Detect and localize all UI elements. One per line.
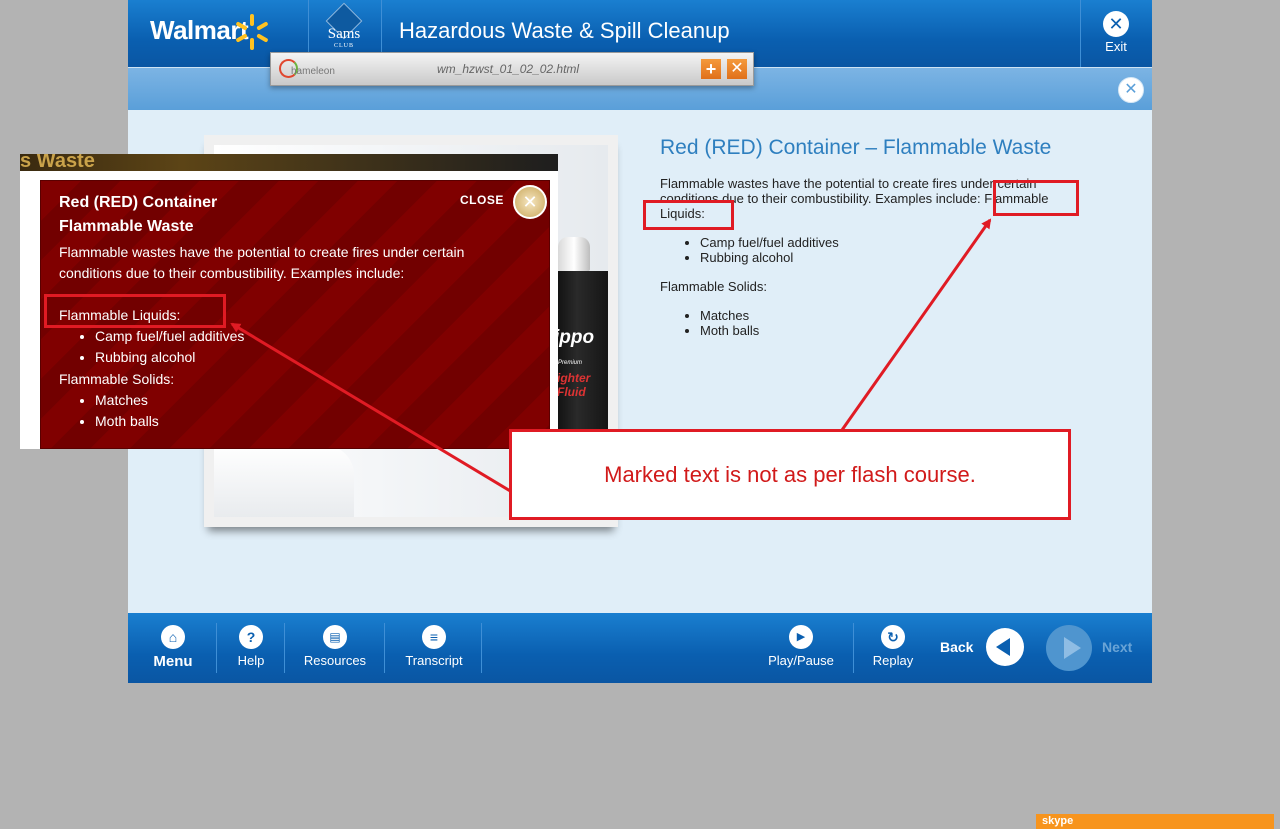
close-icon[interactable]: ✕ [513,185,547,219]
footer-divider [481,623,482,673]
back-button[interactable] [986,628,1024,666]
list-item: Rubbing alcohol [700,250,1080,265]
close-icon[interactable]: ✕ [727,59,747,79]
chameleon-logo-text: hameleon [291,66,335,77]
flash-close-label[interactable]: CLOSE [460,193,504,207]
flash-intro-text: Flammable wastes have the potential to c… [59,244,465,281]
help-icon: ? [239,625,263,649]
annotation-highlight-flash [44,294,226,328]
list-item: Matches [95,390,459,411]
close-panel-button[interactable]: ✕ [1118,77,1144,103]
list-item: Camp fuel/fuel additives [700,235,1080,250]
replay-button[interactable]: ↻ Replay [866,613,920,683]
annotation-highlight-liquids [643,200,734,230]
flash-liquids-list: Camp fuel/fuel additives Rubbing alcohol [59,326,459,368]
transcript-button[interactable]: ≡ Transcript [398,613,470,683]
panel-title: Red (RED) Container – Flammable Waste [660,136,1052,159]
close-icon: ✕ [1103,11,1129,37]
resources-label: Resources [303,653,367,668]
footer-divider [853,623,854,673]
play-pause-button[interactable]: ▶ Play/Pause [764,613,838,683]
list-item: Rubbing alcohol [95,347,459,368]
lighter-sub-text: Premium [558,360,583,366]
chameleon-toolbar: hameleon wm_hzwst_01_02_02.html + ✕ [270,52,754,86]
flash-banner: s Waste [20,154,558,171]
panel-solids-label: Flammable Solids: [660,279,767,294]
list-item: Camp fuel/fuel additives [95,326,459,347]
footer-divider [284,623,285,673]
footer-divider [216,623,217,673]
flash-title: Red (RED) Container Flammable Waste [59,191,217,239]
walmart-spark-icon [236,14,268,50]
flash-solids-list: Matches Moth balls [59,390,459,432]
document-icon: ▤ [323,625,347,649]
course-footer: ⌂ Menu ? Help ▤ Resources ≡ Transcript ▶… [128,613,1152,683]
panel-solids-list: Matches Moth balls [660,308,1080,338]
course-title: Hazardous Waste & Spill Cleanup [399,18,730,43]
replay-icon: ↻ [881,625,905,649]
menu-button[interactable]: ⌂ Menu [144,613,202,683]
exit-label: Exit [1105,39,1127,54]
footer-divider [384,623,385,673]
home-icon: ⌂ [161,625,185,649]
list-item: Moth balls [700,323,1080,338]
list-item: Moth balls [95,411,459,432]
list-item: Matches [700,308,1080,323]
help-button[interactable]: ? Help [226,613,276,683]
annotation-callout-text: Marked text is not as per flash course. [604,462,976,487]
panel-liquids-list: Camp fuel/fuel additives Rubbing alcohol [660,235,1080,265]
chameleon-logo: hameleon [279,59,343,79]
menu-label: Menu [153,653,193,670]
flash-title-line: Red (RED) Container [59,194,218,211]
flash-title-line: Flammable Waste [59,218,194,235]
chameleon-filename: wm_hzwst_01_02_02.html [437,62,580,76]
chevron-left-icon [996,638,1010,656]
skype-tab[interactable]: skype [1036,814,1274,829]
play-icon: ▶ [789,625,813,649]
play-pause-label: Play/Pause [768,653,834,668]
resources-button[interactable]: ▤ Resources [298,613,372,683]
sams-club-logo: Sams CLUB [318,2,370,49]
replay-label: Replay [872,653,914,668]
annotation-highlight-flammable [993,180,1079,216]
exit-button[interactable]: ✕ Exit [1080,0,1152,67]
add-icon[interactable]: + [701,59,721,79]
lighter-brand-text: ippo [554,327,595,348]
sams-club-text: CLUB [333,43,354,49]
bottle-shape [214,445,354,517]
lighter-fluid-text: ighter Fluid [557,371,591,399]
next-button[interactable] [1046,625,1092,671]
back-label[interactable]: Back [940,639,973,655]
lighter-fluid-can [552,271,608,441]
list-icon: ≡ [422,625,446,649]
transcript-label: Transcript [405,653,463,668]
chevron-right-icon [1064,637,1081,659]
lighter-fluid-nozzle [558,237,590,271]
help-label: Help [237,653,265,668]
flash-solids-block: Flammable Solids: Matches Moth balls [59,369,459,432]
annotation-callout: Marked text is not as per flash course. [509,429,1071,520]
sams-text: Sams [327,26,361,42]
next-label[interactable]: Next [1102,639,1132,655]
flash-solids-label: Flammable Solids: [59,371,175,387]
